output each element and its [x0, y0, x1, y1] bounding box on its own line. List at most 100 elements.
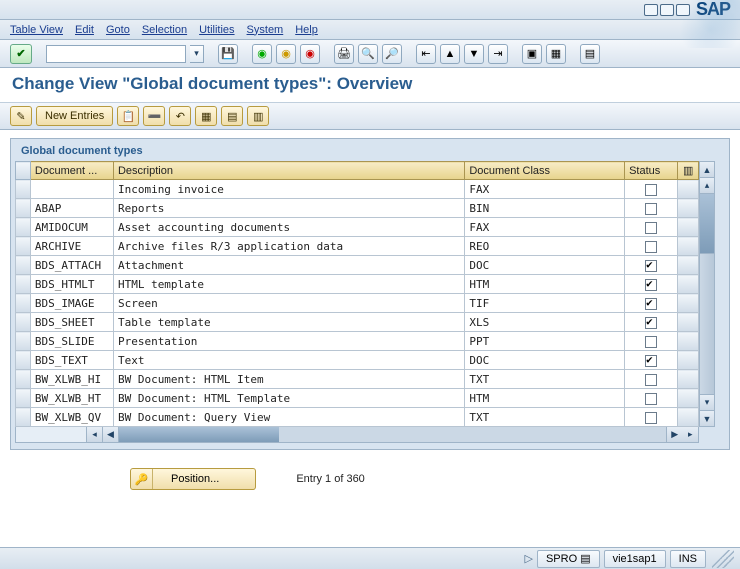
- cell-doc-class[interactable]: REO: [465, 237, 625, 256]
- row-selector[interactable]: [16, 389, 31, 408]
- cell-doc-class[interactable]: XLS: [465, 313, 625, 332]
- table-row[interactable]: BDS_SHEETTable templateXLS: [16, 313, 699, 332]
- cell-description[interactable]: Incoming invoice: [113, 180, 464, 199]
- menu-help[interactable]: Help: [295, 24, 318, 36]
- enter-button[interactable]: ✔: [10, 44, 32, 64]
- new-entries-button[interactable]: New Entries: [36, 106, 113, 126]
- cell-status[interactable]: [625, 256, 678, 275]
- cell-doc-type[interactable]: BDS_ATTACH: [30, 256, 113, 275]
- table-row[interactable]: AMIDOCUMAsset accounting documentsFAX: [16, 218, 699, 237]
- deselect-all-button[interactable]: ▥: [247, 106, 269, 126]
- row-selector[interactable]: [16, 218, 31, 237]
- cell-doc-class[interactable]: HTM: [465, 275, 625, 294]
- cell-description[interactable]: Attachment: [113, 256, 464, 275]
- col-doc-type[interactable]: Document ...: [30, 162, 113, 180]
- row-selector[interactable]: [16, 408, 31, 427]
- table-row[interactable]: ARCHIVEArchive files R/3 application dat…: [16, 237, 699, 256]
- cell-status[interactable]: [625, 294, 678, 313]
- cell-status[interactable]: [625, 218, 678, 237]
- status-checkbox[interactable]: [645, 298, 657, 310]
- table-row[interactable]: BW_XLWB_HIBW Document: HTML ItemTXT: [16, 370, 699, 389]
- row-selector[interactable]: [16, 313, 31, 332]
- cell-doc-type[interactable]: BW_XLWB_QV: [30, 408, 113, 427]
- local-layout-button[interactable]: ▤: [580, 44, 600, 64]
- cell-description[interactable]: BW Document: Query View: [113, 408, 464, 427]
- row-selector[interactable]: [16, 256, 31, 275]
- col-doc-class[interactable]: Document Class: [465, 162, 625, 180]
- status-checkbox[interactable]: [645, 412, 657, 424]
- cell-doc-class[interactable]: TIF: [465, 294, 625, 313]
- table-row[interactable]: BDS_IMAGEScreenTIF: [16, 294, 699, 313]
- menu-edit[interactable]: Edit: [75, 24, 94, 36]
- next-page-button[interactable]: ▼: [464, 44, 484, 64]
- row-selector[interactable]: [16, 237, 31, 256]
- back-button[interactable]: ◉: [252, 44, 272, 64]
- cell-status[interactable]: [625, 408, 678, 427]
- command-field[interactable]: [46, 45, 186, 63]
- status-checkbox[interactable]: [645, 355, 657, 367]
- cell-description[interactable]: BW Document: HTML Template: [113, 389, 464, 408]
- new-session-button[interactable]: ▣: [522, 44, 542, 64]
- status-checkbox[interactable]: [645, 184, 657, 196]
- cell-status[interactable]: [625, 275, 678, 294]
- scroll-last-icon[interactable]: ▸: [683, 427, 699, 442]
- cell-doc-type[interactable]: BDS_TEXT: [30, 351, 113, 370]
- shortcut-button[interactable]: ▦: [546, 44, 566, 64]
- cell-doc-class[interactable]: HTM: [465, 389, 625, 408]
- select-all-button[interactable]: ▦: [195, 106, 217, 126]
- position-button[interactable]: 🔑 Position...: [130, 468, 256, 490]
- status-checkbox[interactable]: [645, 393, 657, 405]
- restore-icon[interactable]: [660, 4, 674, 16]
- cell-doc-class[interactable]: PPT: [465, 332, 625, 351]
- cell-status[interactable]: [625, 237, 678, 256]
- scroll-down-step-icon[interactable]: ▾: [700, 394, 714, 410]
- cell-status[interactable]: [625, 180, 678, 199]
- cell-doc-type[interactable]: ARCHIVE: [30, 237, 113, 256]
- cell-doc-class[interactable]: TXT: [465, 370, 625, 389]
- find-next-button[interactable]: 🔎: [382, 44, 402, 64]
- scrollbar-thumb[interactable]: [700, 194, 714, 254]
- menu-utilities[interactable]: Utilities: [199, 24, 234, 36]
- scroll-down-icon[interactable]: ▼: [700, 410, 714, 426]
- row-selector[interactable]: [16, 275, 31, 294]
- scroll-up-step-icon[interactable]: ▴: [700, 178, 714, 194]
- cell-doc-class[interactable]: FAX: [465, 218, 625, 237]
- col-status[interactable]: Status: [625, 162, 678, 180]
- cell-doc-class[interactable]: DOC: [465, 351, 625, 370]
- scroll-up-icon[interactable]: ▲: [700, 162, 714, 178]
- cell-description[interactable]: BW Document: HTML Item: [113, 370, 464, 389]
- exit-button[interactable]: ◉: [276, 44, 296, 64]
- status-checkbox[interactable]: [645, 317, 657, 329]
- vertical-scrollbar[interactable]: ▲ ▴ ▾ ▼: [699, 161, 715, 427]
- select-block-button[interactable]: ▤: [221, 106, 243, 126]
- status-checkbox[interactable]: [645, 203, 657, 215]
- minimize-icon[interactable]: [644, 4, 658, 16]
- table-row[interactable]: BDS_TEXTTextDOC: [16, 351, 699, 370]
- cell-doc-type[interactable]: AMIDOCUM: [30, 218, 113, 237]
- status-checkbox[interactable]: [645, 260, 657, 272]
- select-all-rows[interactable]: [16, 162, 31, 180]
- delete-button[interactable]: ➖: [143, 106, 165, 126]
- cell-doc-type[interactable]: BDS_IMAGE: [30, 294, 113, 313]
- cell-description[interactable]: Screen: [113, 294, 464, 313]
- cell-status[interactable]: [625, 313, 678, 332]
- message-area-toggle[interactable]: ▷: [525, 552, 533, 565]
- cell-description[interactable]: Presentation: [113, 332, 464, 351]
- menu-tableview[interactable]: Table View: [10, 24, 63, 36]
- cell-doc-class[interactable]: TXT: [465, 408, 625, 427]
- scroll-left-icon[interactable]: ◀: [102, 427, 118, 442]
- scroll-first-icon[interactable]: ◂: [86, 427, 102, 442]
- row-selector[interactable]: [16, 370, 31, 389]
- status-checkbox[interactable]: [645, 222, 657, 234]
- scroll-right-icon[interactable]: ▶: [667, 427, 683, 442]
- status-checkbox[interactable]: [645, 279, 657, 291]
- row-selector[interactable]: [16, 332, 31, 351]
- change-button[interactable]: ✎: [10, 106, 32, 126]
- row-selector[interactable]: [16, 180, 31, 199]
- hscrollbar-thumb[interactable]: [119, 427, 279, 442]
- cell-doc-type[interactable]: [30, 180, 113, 199]
- cell-doc-type[interactable]: BDS_SHEET: [30, 313, 113, 332]
- cell-description[interactable]: Reports: [113, 199, 464, 218]
- last-page-button[interactable]: ⇥: [488, 44, 508, 64]
- find-button[interactable]: 🔍: [358, 44, 378, 64]
